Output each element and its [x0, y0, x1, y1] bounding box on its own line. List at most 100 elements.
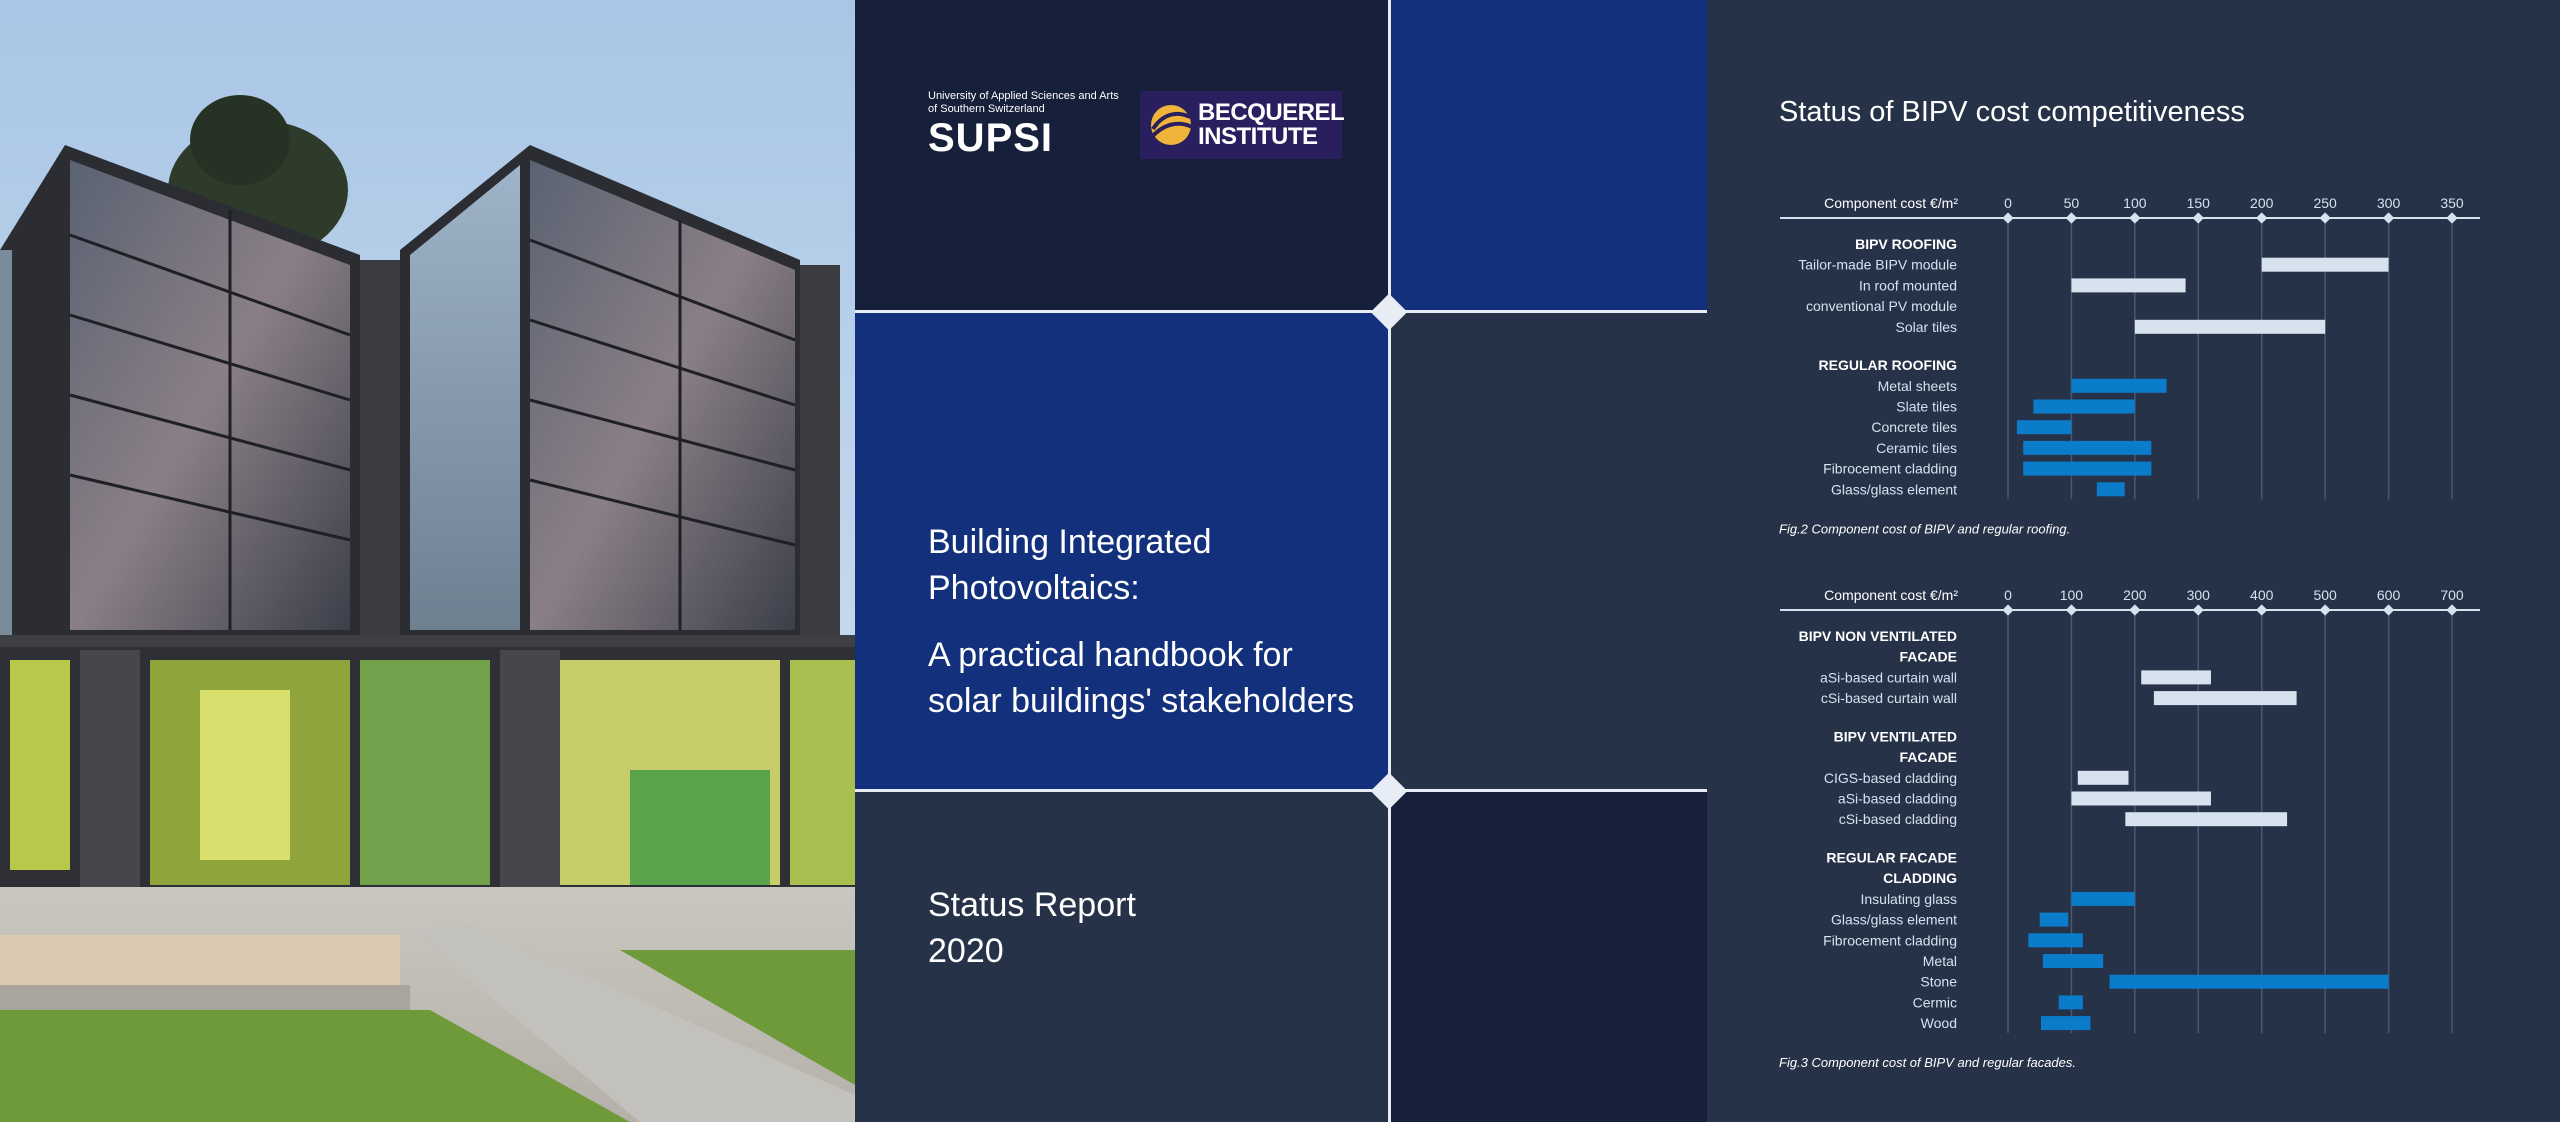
group-label: REGULAR FACADE	[1826, 849, 1957, 865]
facade-cost-chart: Component cost €/m² 0 100 200 300 400 500 600 70…	[1779, 587, 2480, 1070]
tick-marker	[2256, 604, 2268, 616]
figure-caption: Fig.3 Component cost of BIPV and regular…	[1779, 1055, 2076, 1070]
category-label: Concrete tiles	[1871, 419, 1957, 435]
category-label: cSi-based cladding	[1839, 811, 1957, 827]
category-label: In roof mounted	[1859, 277, 1957, 293]
cost-range-bar	[2023, 461, 2152, 476]
tick-marker	[2256, 212, 2268, 224]
cost-range-bar	[2016, 420, 2072, 435]
cost-range-bar	[2039, 912, 2069, 927]
tick-marker	[2446, 212, 2458, 224]
cost-range-bar	[2141, 670, 2211, 685]
group-label: BIPV VENTILATED	[1834, 728, 1957, 744]
category-label: Cermic	[1913, 994, 1957, 1010]
category-label: CIGS-based cladding	[1824, 770, 1957, 786]
report-line-1: Status Report	[928, 886, 1136, 924]
cost-range-bar	[2028, 933, 2083, 948]
cost-range-bar	[2077, 770, 2129, 785]
tick-label: 700	[2440, 587, 2464, 603]
supsi-tagline-2: of Southern Switzerland	[928, 103, 1045, 115]
cost-range-bar	[2125, 812, 2288, 827]
cost-range-bar	[2071, 278, 2186, 293]
cost-range-bar	[2071, 791, 2211, 806]
tick-marker	[2002, 212, 2014, 224]
cost-panel: Status of BIPV cost competitiveness Comp…	[1707, 0, 2560, 1122]
cost-range-bar	[2071, 378, 2167, 393]
category-label: Solar tiles	[1896, 319, 1957, 335]
category-label: Glass/glass element	[1831, 481, 1957, 497]
tick-label: 200	[2250, 195, 2274, 211]
tick-marker	[2319, 212, 2331, 224]
tick-label: 500	[2313, 587, 2337, 603]
category-label: Fibrocement cladding	[1823, 461, 1957, 477]
category-label: Tailor-made BIPV module	[1798, 257, 1957, 273]
category-label: Stone	[1920, 974, 1957, 990]
tick-marker	[2129, 604, 2141, 616]
tick-label: 100	[2060, 587, 2084, 603]
grid-divider-bottom	[855, 789, 1707, 792]
becquerel-name-1: BECQUEREL	[1198, 99, 1345, 126]
group-label: BIPV NON VENTILATED	[1799, 628, 1957, 644]
tick-label: 150	[2187, 195, 2211, 211]
title-line-1: Building Integrated	[928, 523, 1212, 561]
subtitle-line-1: A practical handbook for	[928, 636, 1293, 674]
cost-range-bar	[2071, 891, 2135, 906]
tick-marker	[2192, 212, 2204, 224]
tick-marker	[2382, 212, 2395, 224]
category-label: Slate tiles	[1896, 398, 1957, 414]
cost-range-bar	[2096, 482, 2125, 497]
roofing-cost-chart: Component cost €/m² 0 50 100 150 200 250 300 350…	[1779, 195, 2480, 536]
decor-panel-top	[1391, 0, 1707, 311]
grid-divider-top	[855, 310, 1707, 313]
cost-range-bar	[2042, 953, 2104, 968]
tick-marker	[2129, 212, 2141, 224]
report-year: 2020	[928, 932, 1004, 970]
tick-marker	[2382, 604, 2395, 616]
figure-caption: Fig.2 Component cost of BIPV and regular…	[1779, 521, 2070, 536]
category-label: Wood	[1921, 1015, 1957, 1031]
group-label: FACADE	[1899, 749, 1957, 765]
category-label: Glass/glass element	[1831, 912, 1957, 928]
becquerel-name-2: INSTITUTE	[1198, 123, 1318, 150]
grid-divider-vertical	[1388, 0, 1391, 1122]
tick-marker	[2065, 212, 2078, 224]
x-axis-label: Component cost €/m²	[1824, 195, 1958, 211]
cost-range-bar	[2261, 257, 2389, 272]
category-label: conventional PV module	[1806, 298, 1957, 314]
x-axis-label: Component cost €/m²	[1824, 587, 1958, 603]
tick-marker	[2065, 604, 2078, 616]
cost-range-bar	[2040, 1016, 2091, 1031]
cost-range-bar	[2023, 440, 2152, 455]
supsi-wordmark: SUPSI	[928, 116, 1054, 160]
tick-label: 300	[2377, 195, 2401, 211]
tick-marker	[2446, 604, 2458, 616]
tick-label: 200	[2123, 587, 2147, 603]
decor-panel-middle	[1391, 313, 1707, 790]
cover-subtitle: A practical handbook for solar buildings…	[928, 632, 1354, 724]
cost-range-bar	[2153, 691, 2297, 706]
category-label: aSi-based curtain wall	[1820, 669, 1957, 685]
tick-marker	[2192, 604, 2204, 616]
tick-label: 50	[2064, 195, 2080, 211]
tick-label: 400	[2250, 587, 2274, 603]
tick-label: 0	[2004, 587, 2012, 603]
tick-label: 100	[2123, 195, 2147, 211]
supsi-tagline-1: University of Applied Sciences and Arts	[928, 90, 1119, 102]
category-label: Ceramic tiles	[1876, 440, 1957, 456]
tick-marker	[2002, 604, 2014, 616]
tick-label: 250	[2313, 195, 2337, 211]
building-illustration	[0, 0, 855, 1122]
cost-range-bar	[2109, 974, 2389, 989]
decor-panel-bottom	[1391, 792, 1707, 1122]
panel-title: Status of BIPV cost competitiveness	[1779, 96, 2245, 128]
category-label: Insulating glass	[1860, 891, 1957, 907]
cost-range-bar	[2058, 995, 2083, 1010]
cover-title: Building Integrated Photovoltaics:	[928, 519, 1212, 611]
tick-label: 0	[2004, 195, 2012, 211]
group-label: REGULAR ROOFING	[1819, 357, 1958, 373]
cost-range-bar	[2033, 399, 2135, 414]
title-line-2: Photovoltaics:	[928, 569, 1140, 607]
category-label: Metal	[1923, 953, 1957, 969]
group-label: FACADE	[1899, 649, 1957, 665]
tick-label: 350	[2440, 195, 2464, 211]
